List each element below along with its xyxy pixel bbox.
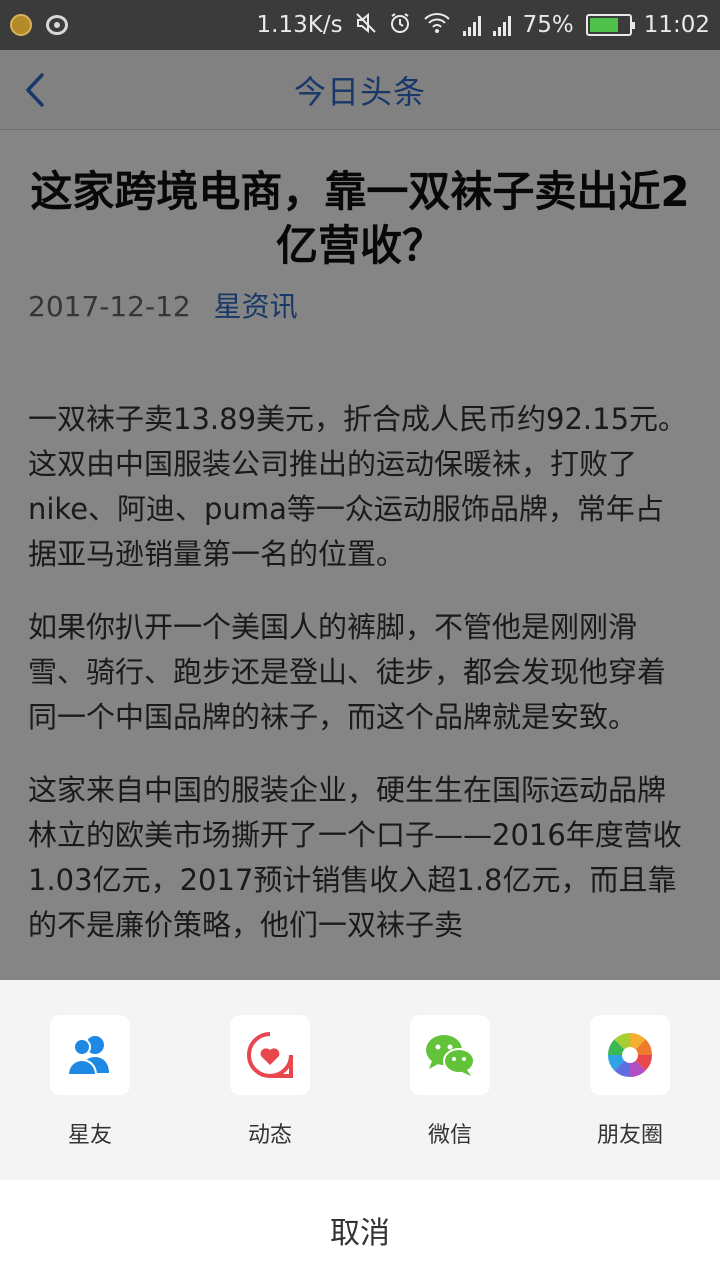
battery-icon — [585, 14, 635, 36]
app-notification-icon — [10, 14, 32, 36]
share-target-xingyou[interactable]: 星友 — [50, 1015, 130, 1149]
contacts-icon — [50, 1015, 130, 1095]
share-label: 星友 — [67, 1123, 112, 1148]
network-speed: 1.13K/s — [256, 12, 343, 38]
moments-aperture-icon — [590, 1015, 670, 1095]
share-target-dongtai[interactable]: 动态 — [230, 1015, 310, 1149]
share-label: 微信 — [427, 1123, 472, 1148]
dim-overlay[interactable] — [0, 50, 720, 980]
share-label: 朋友圈 — [596, 1123, 663, 1148]
cancel-button[interactable]: 取消 — [0, 1180, 720, 1280]
status-bar: 1.13K/s 75% 11:02 — [0, 0, 720, 50]
battery-fill — [589, 18, 619, 32]
battery-percent: 75% — [522, 12, 574, 38]
cancel-label: 取消 — [330, 1216, 390, 1251]
wechat-icon — [410, 1015, 490, 1095]
heart-bubble-icon — [230, 1015, 310, 1095]
share-target-moments[interactable]: 朋友圈 — [590, 1015, 670, 1149]
share-label: 动态 — [247, 1123, 292, 1148]
alarm-icon — [389, 12, 411, 39]
disc-icon — [46, 15, 68, 35]
mute-vibrate-icon — [355, 12, 377, 39]
signal-icon — [462, 14, 481, 36]
share-target-wechat[interactable]: 微信 — [410, 1015, 490, 1149]
signal-icon — [492, 14, 511, 36]
share-sheet: 星友 动态 微信 朋友圈 — [0, 980, 720, 1180]
wifi-icon — [423, 12, 451, 39]
clock: 11:02 — [643, 12, 710, 38]
